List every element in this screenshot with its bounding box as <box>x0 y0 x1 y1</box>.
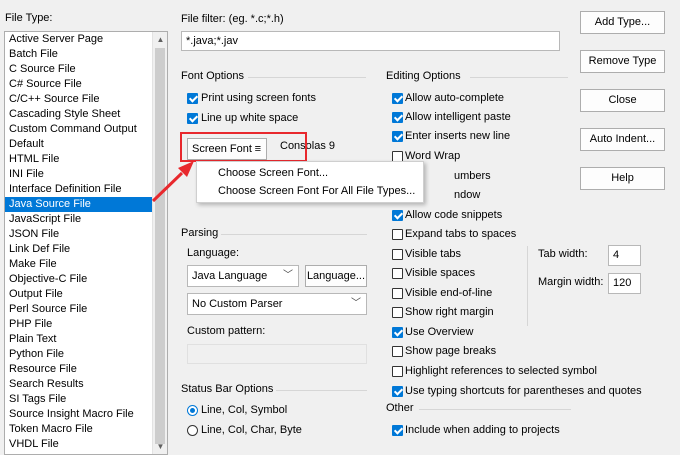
annotation-arrow <box>151 161 194 203</box>
